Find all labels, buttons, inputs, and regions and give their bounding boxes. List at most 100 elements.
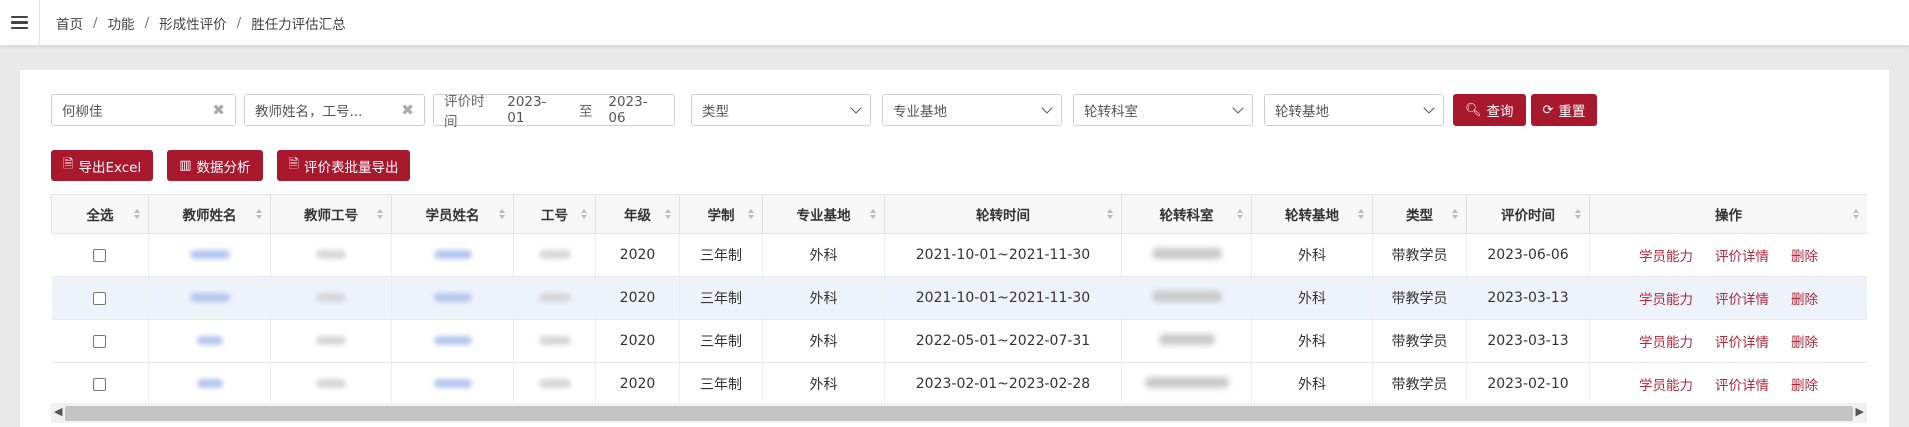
grade-cell: 2020 [595,233,680,277]
sort-icon[interactable] [748,209,754,219]
menu-toggle-icon[interactable] [0,0,40,46]
scroll-left-icon[interactable]: ◀ [54,405,62,418]
sort-icon[interactable] [1853,209,1859,219]
operations-cell: 学员能力 评价详情 删除 [1589,319,1867,363]
table-row: 2020 三年制 外科 2021-10-01~2021-11-30 外科 带教学… [51,276,1867,320]
detail-link[interactable]: 评价详情 [1715,292,1769,308]
student-name-redacted[interactable] [433,293,472,302]
query-button[interactable]: 🔍︎ 查询 [1453,94,1526,126]
breadcrumb: 首页 / 功能 / 形成性评价 / 胜任力评估汇总 [56,13,346,33]
teacher-name-redacted[interactable] [189,293,230,302]
delete-link[interactable]: 删除 [1791,249,1818,265]
scrollbar-thumb[interactable] [65,405,1853,421]
ability-link[interactable]: 学员能力 [1639,292,1693,308]
detail-link[interactable]: 评价详情 [1715,378,1769,394]
system-cell: 三年制 [679,362,763,406]
horizontal-scrollbar[interactable]: ◀ ▶ [51,403,1867,423]
id-redacted [538,379,571,388]
detail-link[interactable]: 评价详情 [1715,335,1769,351]
sort-icon[interactable] [665,209,671,219]
col-type[interactable]: 类型 [1372,194,1467,234]
clear-icon[interactable]: ✖ [212,101,225,119]
col-base[interactable]: 专业基地 [762,194,885,234]
student-name-input[interactable]: 何柳佳 ✖ [51,94,236,126]
dept-select[interactable]: 轮转科室 [1073,94,1253,126]
action-bar: 🗎 导出Excel ▥ 数据分析 🗎 评价表批量导出 [51,150,424,181]
search-icon: 🔍︎ [1465,102,1482,118]
base-cell: 外科 [762,276,885,320]
reset-button[interactable]: ⟳ 重置 [1530,94,1598,126]
table-row: 2020 三年制 外科 2021-10-01~2021-11-30 外科 带教学… [51,233,1867,277]
col-teacher-id[interactable]: 教师工号 [270,194,392,234]
scroll-right-icon[interactable]: ▶ [1856,405,1864,418]
student-name-redacted[interactable] [433,336,472,345]
detail-link[interactable]: 评价详情 [1715,249,1769,265]
ability-link[interactable]: 学员能力 [1639,378,1693,394]
id-redacted [538,336,571,345]
breadcrumb-function[interactable]: 功能 [108,13,135,33]
delete-link[interactable]: 删除 [1791,335,1818,351]
sort-icon[interactable] [1107,209,1113,219]
ability-link[interactable]: 学员能力 [1639,249,1693,265]
base-select[interactable]: 专业基地 [882,94,1062,126]
teacher-id-redacted [316,336,346,345]
filter-bar: 何柳佳 ✖ 教师姓名，工号... ✖ 评价时间 2023-01 至 2023-0… [51,94,1598,130]
row-checkbox[interactable] [93,377,107,391]
period-cell: 2022-05-01~2022-07-31 [884,319,1122,363]
teacher-name-redacted[interactable] [196,336,223,345]
row-checkbox[interactable] [93,291,107,305]
refresh-icon: ⟳ [1542,102,1554,118]
sort-icon[interactable] [581,209,587,219]
col-student-name[interactable]: 学员姓名 [391,194,514,234]
sort-icon[interactable] [1575,209,1581,219]
dept-redacted [1151,291,1222,302]
main-panel: 何柳佳 ✖ 教师姓名，工号... ✖ 评价时间 2023-01 至 2023-0… [20,70,1889,427]
type-cell: 带教学员 [1372,319,1467,363]
col-rotation-dept[interactable]: 轮转科室 [1121,194,1252,234]
data-table: 全选 教师姓名 教师工号 学员姓名 工号 年级 学制 专业基地 轮转时间 轮转科… [51,194,1867,427]
teacher-search-input[interactable]: 教师姓名，工号... ✖ [244,94,425,126]
student-name-redacted[interactable] [433,379,472,388]
sort-icon[interactable] [1358,209,1364,219]
col-select-all[interactable]: 全选 [51,194,149,234]
col-eval-time[interactable]: 评价时间 [1466,194,1590,234]
student-name-redacted[interactable] [433,250,472,259]
sort-icon[interactable] [1237,209,1243,219]
ability-link[interactable]: 学员能力 [1639,335,1693,351]
batch-export-button[interactable]: 🗎 评价表批量导出 [276,150,411,181]
sort-icon[interactable] [134,209,140,219]
data-analysis-button[interactable]: ▥ 数据分析 [167,150,263,181]
sort-icon[interactable] [870,209,876,219]
col-system[interactable]: 学制 [679,194,763,234]
sort-icon[interactable] [377,209,383,219]
file-icon: 🗎 [63,156,74,172]
col-operations: 操作 [1589,194,1867,234]
chevron-down-icon [850,102,862,114]
sort-icon[interactable] [256,209,262,219]
eval-time-range[interactable]: 评价时间 2023-01 至 2023-06 [433,94,675,130]
sort-icon[interactable] [499,209,505,219]
col-id[interactable]: 工号 [513,194,596,234]
export-excel-button[interactable]: 🗎 导出Excel [51,150,154,181]
system-cell: 三年制 [679,319,763,363]
col-grade[interactable]: 年级 [595,194,680,234]
col-rotation-base[interactable]: 轮转基地 [1251,194,1373,234]
delete-link[interactable]: 删除 [1791,292,1818,308]
delete-link[interactable]: 删除 [1791,378,1818,394]
breadcrumb-home[interactable]: 首页 [56,13,83,33]
col-rotation-time[interactable]: 轮转时间 [884,194,1122,234]
top-bar: 首页 / 功能 / 形成性评价 / 胜任力评估汇总 [0,0,1909,46]
teacher-name-redacted[interactable] [196,379,223,388]
row-checkbox[interactable] [93,334,107,348]
col-teacher-name[interactable]: 教师姓名 [148,194,271,234]
bar-chart-icon: ▥ [179,158,192,173]
teacher-name-redacted[interactable] [189,250,230,259]
type-select[interactable]: 类型 [691,94,871,126]
sort-icon[interactable] [1452,209,1458,219]
clear-icon[interactable]: ✖ [401,101,414,119]
row-checkbox[interactable] [93,248,107,262]
breadcrumb-formative[interactable]: 形成性评价 [159,13,227,33]
chevron-down-icon [1232,102,1244,114]
rotation-base-cell: 外科 [1251,362,1373,406]
rotation-base-select[interactable]: 轮转基地 [1264,94,1444,126]
